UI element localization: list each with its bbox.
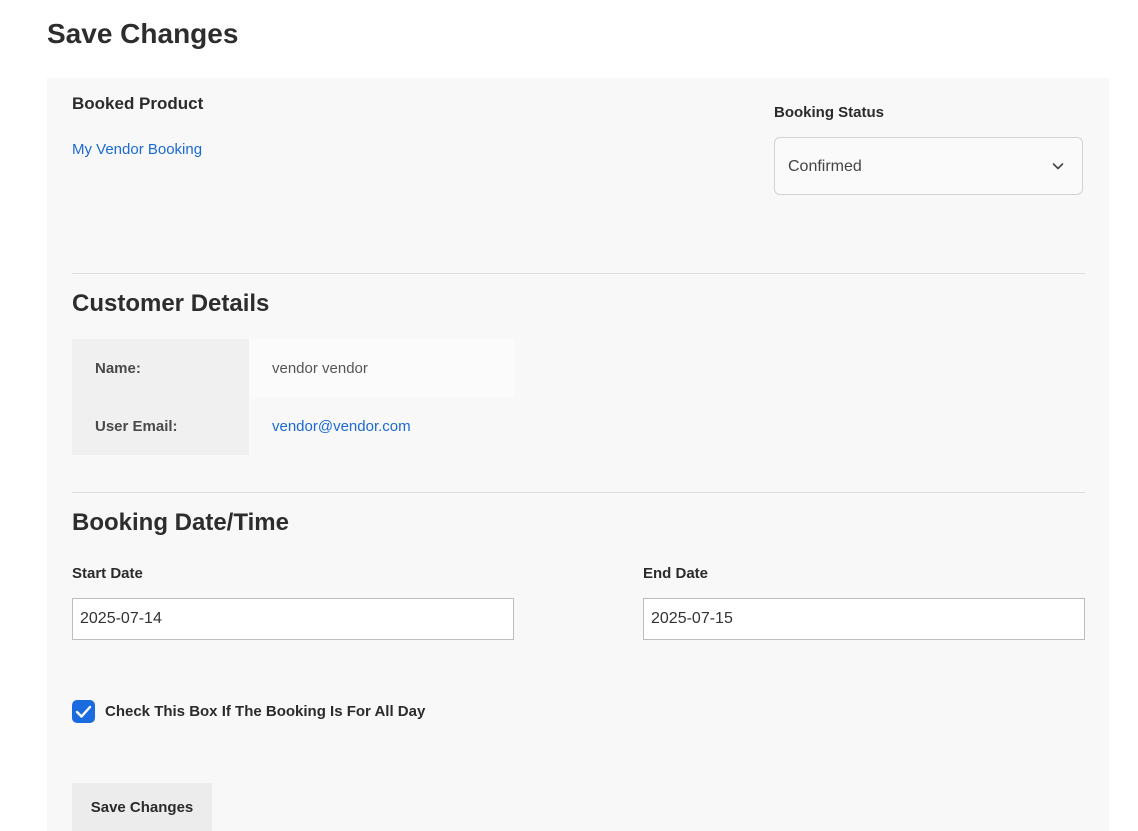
end-date-label: End Date — [643, 565, 709, 582]
booking-status-label: Booking Status — [774, 104, 885, 121]
page-title: Save Changes — [47, 18, 239, 49]
name-value: vendor vendor — [272, 360, 368, 377]
start-date-label: Start Date — [72, 565, 143, 582]
booking-datetime-heading: Booking Date/Time — [72, 509, 289, 536]
email-label: User Email: — [95, 418, 178, 435]
booked-product-link[interactable]: My Vendor Booking — [72, 141, 202, 158]
name-value-cell: vendor vendor — [249, 339, 515, 397]
booking-status-value: Confirmed — [788, 158, 862, 175]
email-link[interactable]: vendor@vendor.com — [272, 418, 411, 435]
all-day-checkbox[interactable] — [72, 700, 95, 723]
section-divider — [72, 492, 1085, 493]
name-label: Name: — [95, 360, 141, 377]
booking-status-select[interactable]: Confirmed — [774, 137, 1083, 195]
customer-details-heading: Customer Details — [72, 290, 270, 317]
chevron-down-icon — [1052, 163, 1064, 170]
all-day-label: Check This Box If The Booking Is For All… — [105, 703, 426, 720]
booking-edit-panel: Booked Product My Vendor Booking Booking… — [47, 78, 1109, 831]
customer-details-table: Name: vendor vendor User Email: vendor@v… — [72, 339, 515, 455]
save-changes-button[interactable]: Save Changes — [72, 783, 212, 831]
name-label-cell: Name: — [72, 339, 249, 397]
section-divider — [72, 273, 1085, 274]
start-date-input[interactable]: 2025-07-14 — [72, 598, 514, 640]
email-label-cell: User Email: — [72, 397, 249, 455]
booked-product-label: Booked Product — [72, 94, 204, 113]
checkmark-icon — [75, 705, 92, 718]
email-value-cell: vendor@vendor.com — [249, 397, 515, 455]
end-date-input[interactable]: 2025-07-15 — [643, 598, 1085, 640]
